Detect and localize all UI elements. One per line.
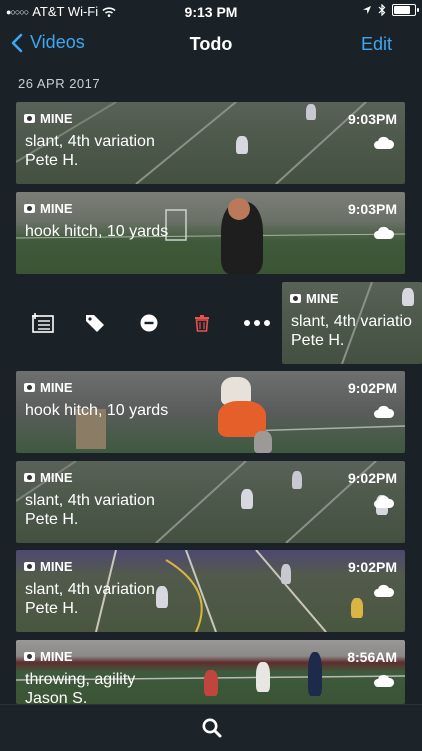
edit-button[interactable]: Edit xyxy=(361,34,392,55)
more-icon xyxy=(244,320,270,326)
cloud-icon xyxy=(374,584,395,597)
clip-card[interactable]: MINE slant, 4th variation Pete H. 9:03PM xyxy=(16,102,405,184)
search-button[interactable] xyxy=(201,717,223,739)
remove-icon xyxy=(140,314,158,332)
swipe-actions xyxy=(0,282,280,364)
camera-icon xyxy=(290,294,301,303)
camera-icon xyxy=(24,473,35,482)
tag-icon xyxy=(86,315,104,332)
clip-owner: MINE xyxy=(24,559,73,574)
clip-time: 9:03PM xyxy=(347,201,397,217)
status-bar: ●○○○○ AT&T Wi-Fi 9:13 PM xyxy=(0,0,422,22)
clip-owner: MINE xyxy=(24,111,73,126)
clip-title: hook hitch, 10 yards xyxy=(25,223,169,240)
playlist-icon xyxy=(32,313,54,333)
clip-owner: MINE xyxy=(24,201,73,216)
cloud-icon xyxy=(374,136,395,149)
clip-owner: MINE xyxy=(290,291,339,306)
camera-icon xyxy=(24,562,35,571)
cloud-icon xyxy=(374,405,395,418)
camera-icon xyxy=(24,204,35,213)
tag-button[interactable] xyxy=(82,310,108,336)
camera-icon xyxy=(24,383,35,392)
clip-title: slant, 4th variatio Pete H. xyxy=(291,313,412,349)
cloud-icon xyxy=(374,495,395,508)
clip-owner: MINE xyxy=(24,470,73,485)
clip-title: slant, 4th variation Pete H. xyxy=(25,133,155,169)
clip-person: Pete H. xyxy=(25,152,79,169)
delete-button[interactable] xyxy=(189,310,215,336)
clip-owner: MINE xyxy=(24,649,73,664)
page-title: Todo xyxy=(189,34,233,54)
clip-person: Pete H. xyxy=(25,511,79,528)
cloud-icon xyxy=(374,226,395,239)
add-to-playlist-button[interactable] xyxy=(30,310,56,336)
search-icon xyxy=(202,718,222,738)
cloud-icon xyxy=(374,674,395,687)
navigation-bar: Videos Todo Edit xyxy=(0,22,422,66)
location-icon xyxy=(363,6,371,14)
clip-card[interactable]: MINE slant, 4th variation Pete H. 9:02PM xyxy=(16,461,405,543)
clip-card[interactable]: MINE slant, 4th variation Pete H. 9:02PM xyxy=(16,550,405,632)
clip-card[interactable]: MINE hook hitch, 10 yards 9:02PM xyxy=(16,371,405,453)
camera-icon xyxy=(24,652,35,661)
clip-card[interactable]: MINE hook hitch, 10 yards 9:03PM xyxy=(16,192,405,274)
clip-title: slant, 4th variation Pete H. xyxy=(25,492,155,528)
clip-time: 9:02PM xyxy=(347,559,397,575)
clip-time: 9:03PM xyxy=(347,111,397,127)
date-section-header: 26 APR 2017 xyxy=(18,76,101,91)
bottom-toolbar xyxy=(0,704,422,751)
clip-card-swiped[interactable]: MINE slant, 4th variatio Pete H. xyxy=(282,282,422,364)
remove-button[interactable] xyxy=(136,310,162,336)
clip-time: 9:02PM xyxy=(347,470,397,486)
clip-person: Pete H. xyxy=(291,332,345,349)
clip-time: 8:56AM xyxy=(347,649,397,665)
more-button[interactable] xyxy=(242,310,272,336)
clip-card[interactable]: MINE throwing, agility Jason S. 8:56AM xyxy=(16,640,405,704)
status-time: 9:13 PM xyxy=(184,4,238,20)
battery-icon xyxy=(392,4,419,16)
clip-person: Jason S. xyxy=(25,690,88,704)
clip-title: hook hitch, 10 yards xyxy=(25,402,169,419)
clip-title: throwing, agility Jason S. xyxy=(25,670,135,704)
clip-time: 9:02PM xyxy=(347,380,397,396)
camera-icon xyxy=(24,114,35,123)
trash-icon xyxy=(195,315,209,332)
clip-title: slant, 4th variation Pete H. xyxy=(25,581,155,617)
clip-owner: MINE xyxy=(24,380,73,395)
clip-person: Pete H. xyxy=(25,600,79,617)
bluetooth-icon xyxy=(378,4,386,16)
